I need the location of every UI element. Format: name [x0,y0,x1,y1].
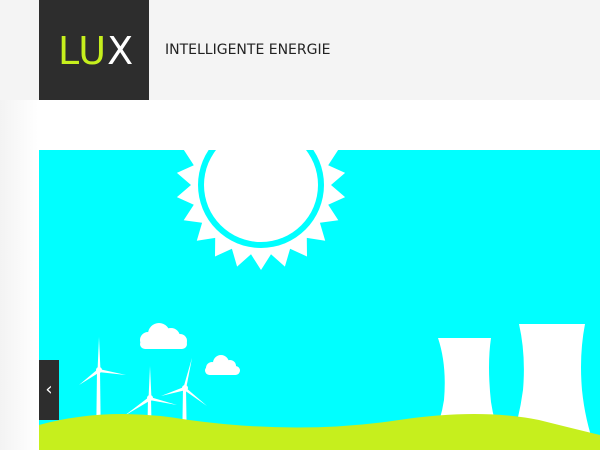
logo[interactable]: LUX [39,0,149,100]
slide-illustration [39,150,600,450]
site-header: LUX INTELLIGENTE ENERGIE [0,0,600,100]
chevron-left-icon: ‹ [45,379,53,400]
slider-prev-button[interactable]: ‹ [39,360,59,420]
logo-rest-letters: X [107,29,135,73]
logo-text: LUX [58,28,134,74]
page: LUX INTELLIGENTE ENERGIE ‹ [0,0,600,450]
hero-slider [39,150,600,450]
logo-accent-letters: LU [58,29,108,73]
site-tagline: INTELLIGENTE ENERGIE [165,42,331,58]
